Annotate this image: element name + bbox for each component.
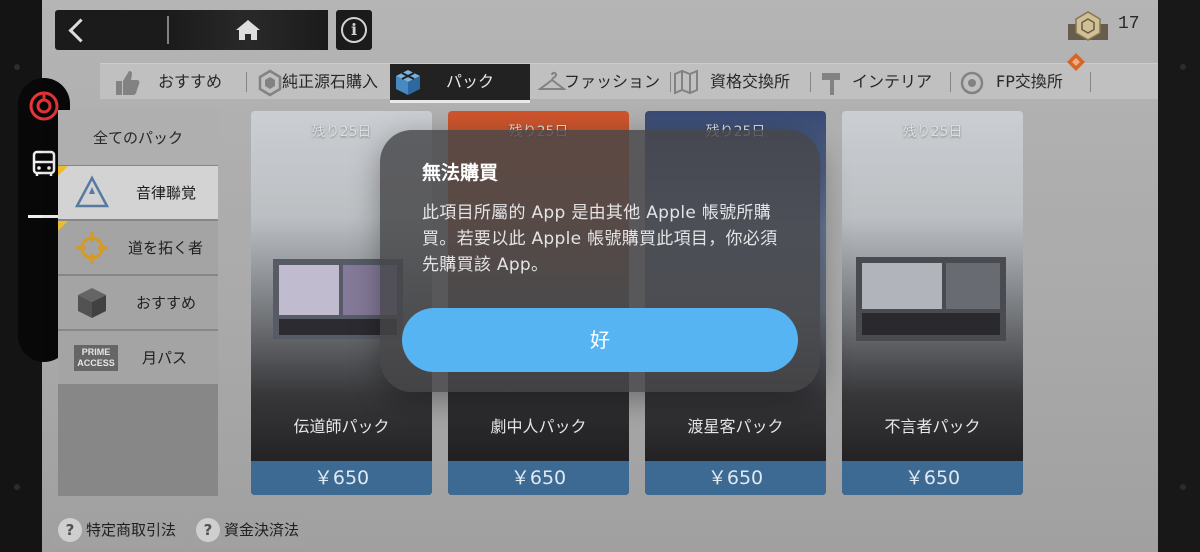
frame-dot xyxy=(14,64,20,70)
ok-button[interactable]: 好 xyxy=(402,308,798,372)
frame-dot xyxy=(14,484,20,490)
device-edge-right xyxy=(1158,0,1200,552)
alert-title: 無法購買 xyxy=(422,162,499,184)
frame-dot xyxy=(1180,64,1186,70)
purchase-alert-dialog: 無法購買 此項目所屬的 App 是由其他 Apple 帳號所購買。若要以此 Ap… xyxy=(380,130,820,392)
alert-message: 此項目所屬的 App 是由其他 Apple 帳號所購買。若要以此 Apple 帳… xyxy=(422,203,778,275)
frame-dot xyxy=(1180,484,1186,490)
